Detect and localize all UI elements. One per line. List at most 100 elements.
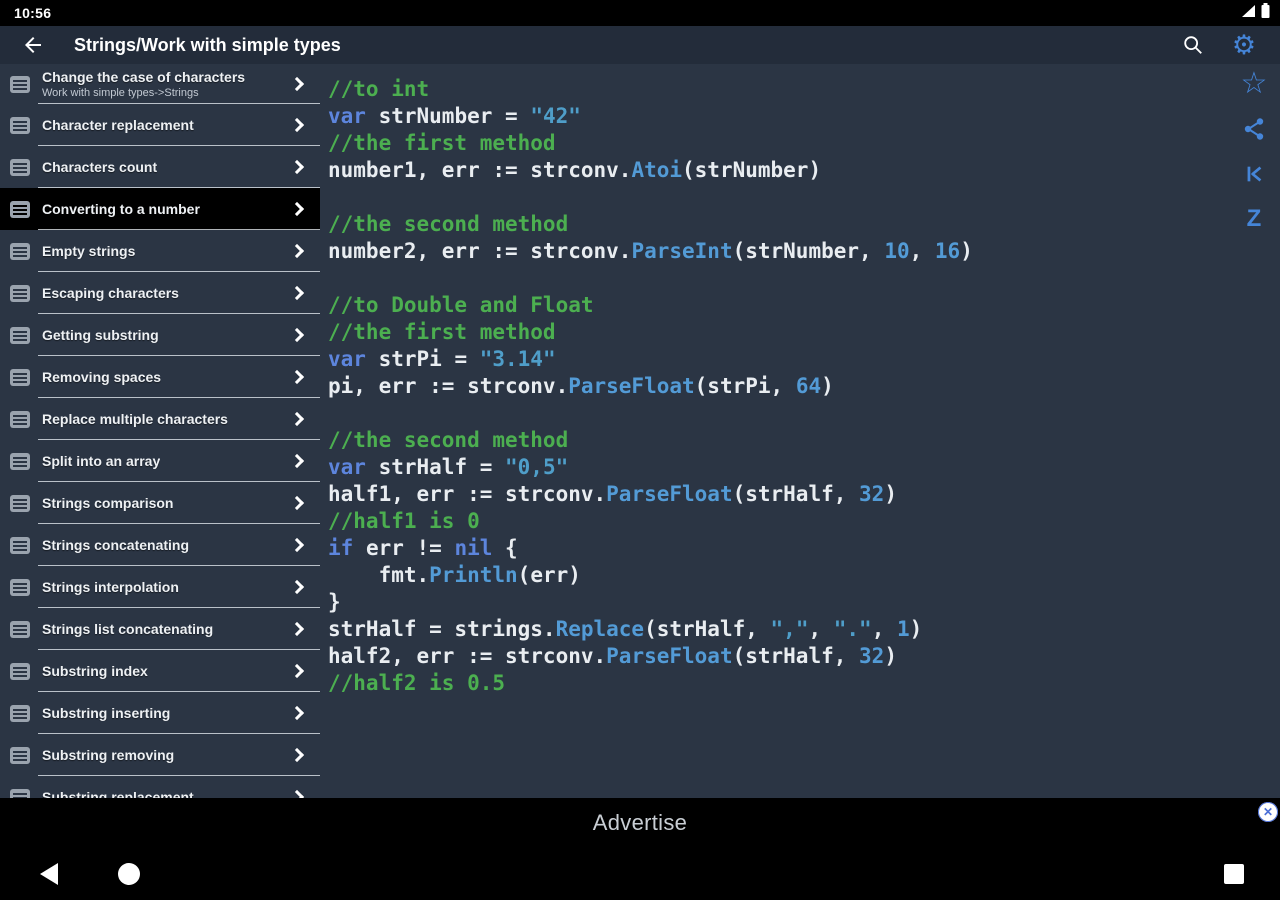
sidebar-item[interactable]: Split into an array <box>0 440 320 482</box>
sidebar-item[interactable]: Substring removing <box>0 734 320 776</box>
code-line: } <box>328 590 341 614</box>
settings-button[interactable]: ⚙ <box>1226 27 1262 63</box>
sidebar-item-label: Substring removing <box>42 747 175 763</box>
sidebar[interactable]: Change the case of characters Work with s… <box>0 64 320 798</box>
chevron-right-icon <box>289 76 305 92</box>
sidebar-item-label: Characters count <box>42 159 158 175</box>
chevron-right-icon <box>289 621 305 637</box>
chevron-right-icon <box>289 243 305 259</box>
ad-close-icon[interactable]: ✕ <box>1258 802 1278 822</box>
document-icon <box>10 746 30 764</box>
chevron-right-icon <box>289 789 305 798</box>
sidebar-item-label: Strings interpolation <box>42 579 179 595</box>
code-view[interactable]: //to int var strNumber = "42" //the first … <box>320 64 1280 697</box>
content-area: Change the case of characters Work with s… <box>0 64 1280 798</box>
sidebar-item-label: Substring inserting <box>42 705 171 721</box>
sidebar-item-label: Split into an array <box>42 453 161 469</box>
nav-home-icon[interactable] <box>118 863 140 885</box>
clock: 10:56 <box>14 5 52 21</box>
document-icon <box>10 620 30 638</box>
chevron-right-icon <box>289 453 305 469</box>
code-line: half1, err := strconv.ParseFloat(strHalf… <box>328 482 897 506</box>
sidebar-item[interactable]: Strings interpolation <box>0 566 320 608</box>
sidebar-item[interactable]: Strings comparison <box>0 482 320 524</box>
chevron-right-icon <box>289 117 305 133</box>
skip-to-start-icon[interactable] <box>1242 162 1266 186</box>
document-icon <box>10 788 30 798</box>
sidebar-item[interactable]: Replace multiple characters <box>0 398 320 440</box>
sidebar-item[interactable]: Substring index <box>0 650 320 692</box>
wifi-icon <box>1241 4 1256 23</box>
sidebar-item[interactable]: Substring replacement <box>0 776 320 798</box>
sidebar-item-label: Removing spaces <box>42 369 162 385</box>
status-bar: 10:56 <box>0 0 1280 26</box>
star-icon[interactable]: ☆ <box>1241 69 1268 99</box>
search-button[interactable] <box>1176 28 1210 62</box>
code-line: var strNumber = "42" <box>328 104 581 128</box>
back-button[interactable] <box>18 30 48 60</box>
sidebar-item[interactable]: Character replacement <box>0 104 320 146</box>
sidebar-item-label: Strings concatenating <box>42 537 190 553</box>
sidebar-item-label: Strings list concatenating <box>42 621 214 637</box>
code-line: strHalf = strings.Replace(strHalf, ",", … <box>328 617 923 641</box>
sidebar-item-subtitle: Work with simple types->Strings <box>42 87 199 99</box>
sidebar-item[interactable]: Change the case of characters Work with s… <box>0 64 320 104</box>
chevron-right-icon <box>289 411 305 427</box>
sidebar-item[interactable]: Characters count <box>0 146 320 188</box>
chevron-right-icon <box>289 663 305 679</box>
code-line: var strHalf = "0,5" <box>328 455 569 479</box>
sidebar-item-label: Getting substring <box>42 327 159 343</box>
share-icon[interactable] <box>1242 117 1266 141</box>
letter-z-icon[interactable]: Z <box>1242 207 1266 231</box>
code-panel: //to int var strNumber = "42" //the first … <box>320 64 1280 798</box>
sidebar-item[interactable]: Getting substring <box>0 314 320 356</box>
sidebar-item[interactable]: Converting to a number <box>0 188 320 230</box>
search-icon <box>1184 36 1202 54</box>
sidebar-item-label: Escaping characters <box>42 285 179 301</box>
chevron-right-icon <box>289 369 305 385</box>
document-icon <box>10 368 30 386</box>
chevron-right-icon <box>289 747 305 763</box>
toolbar: Strings/Work with simple types ⚙ <box>0 26 1280 64</box>
code-line: //half2 is 0.5 <box>328 671 506 695</box>
code-line: var strPi = "3.14" <box>328 347 556 371</box>
ad-label: Advertise <box>592 810 688 835</box>
code-line: pi, err := strconv.ParseFloat(strPi, 64) <box>328 374 834 398</box>
nav-back-icon[interactable] <box>40 863 58 885</box>
document-icon <box>10 704 30 722</box>
sidebar-item[interactable]: Escaping characters <box>0 272 320 314</box>
chevron-right-icon <box>289 537 305 553</box>
chevron-right-icon <box>289 495 305 511</box>
chevron-right-icon <box>289 579 305 595</box>
code-line: number1, err := strconv.Atoi(strNumber) <box>328 158 822 182</box>
arrow-left-icon <box>25 37 41 53</box>
sidebar-item-label: Strings comparison <box>42 495 174 511</box>
sidebar-item[interactable]: Removing spaces <box>0 356 320 398</box>
sidebar-item[interactable]: Strings concatenating <box>0 524 320 566</box>
chevron-right-icon <box>289 159 305 175</box>
document-icon <box>10 284 30 302</box>
sidebar-item[interactable]: Empty strings <box>0 230 320 272</box>
sidebar-item[interactable]: Substring inserting <box>0 692 320 734</box>
ad-banner[interactable]: Advertise ✕ <box>0 798 1280 848</box>
document-icon <box>10 242 30 260</box>
code-line: //half1 is 0 <box>328 509 480 533</box>
code-line: //the first method <box>328 320 556 344</box>
code-line: //the second method <box>328 212 569 236</box>
document-icon <box>10 536 30 554</box>
document-icon <box>10 75 30 93</box>
code-line: fmt.Println(err) <box>328 563 581 587</box>
sidebar-item-label: Replace multiple characters <box>42 411 228 427</box>
chevron-right-icon <box>289 201 305 217</box>
nav-recents-icon[interactable] <box>1224 864 1244 884</box>
sidebar-item-label: Empty strings <box>42 243 136 259</box>
code-line: if err != nil { <box>328 536 518 560</box>
sidebar-item[interactable]: Strings list concatenating <box>0 608 320 650</box>
document-icon <box>10 116 30 134</box>
android-nav-bar <box>0 848 1280 900</box>
sidebar-item-label: Converting to a number <box>42 201 200 217</box>
action-icon-column: ☆ Z <box>1241 69 1268 231</box>
app-screen: 10:56 Strings/Work with simple types ⚙ C… <box>0 0 1280 900</box>
